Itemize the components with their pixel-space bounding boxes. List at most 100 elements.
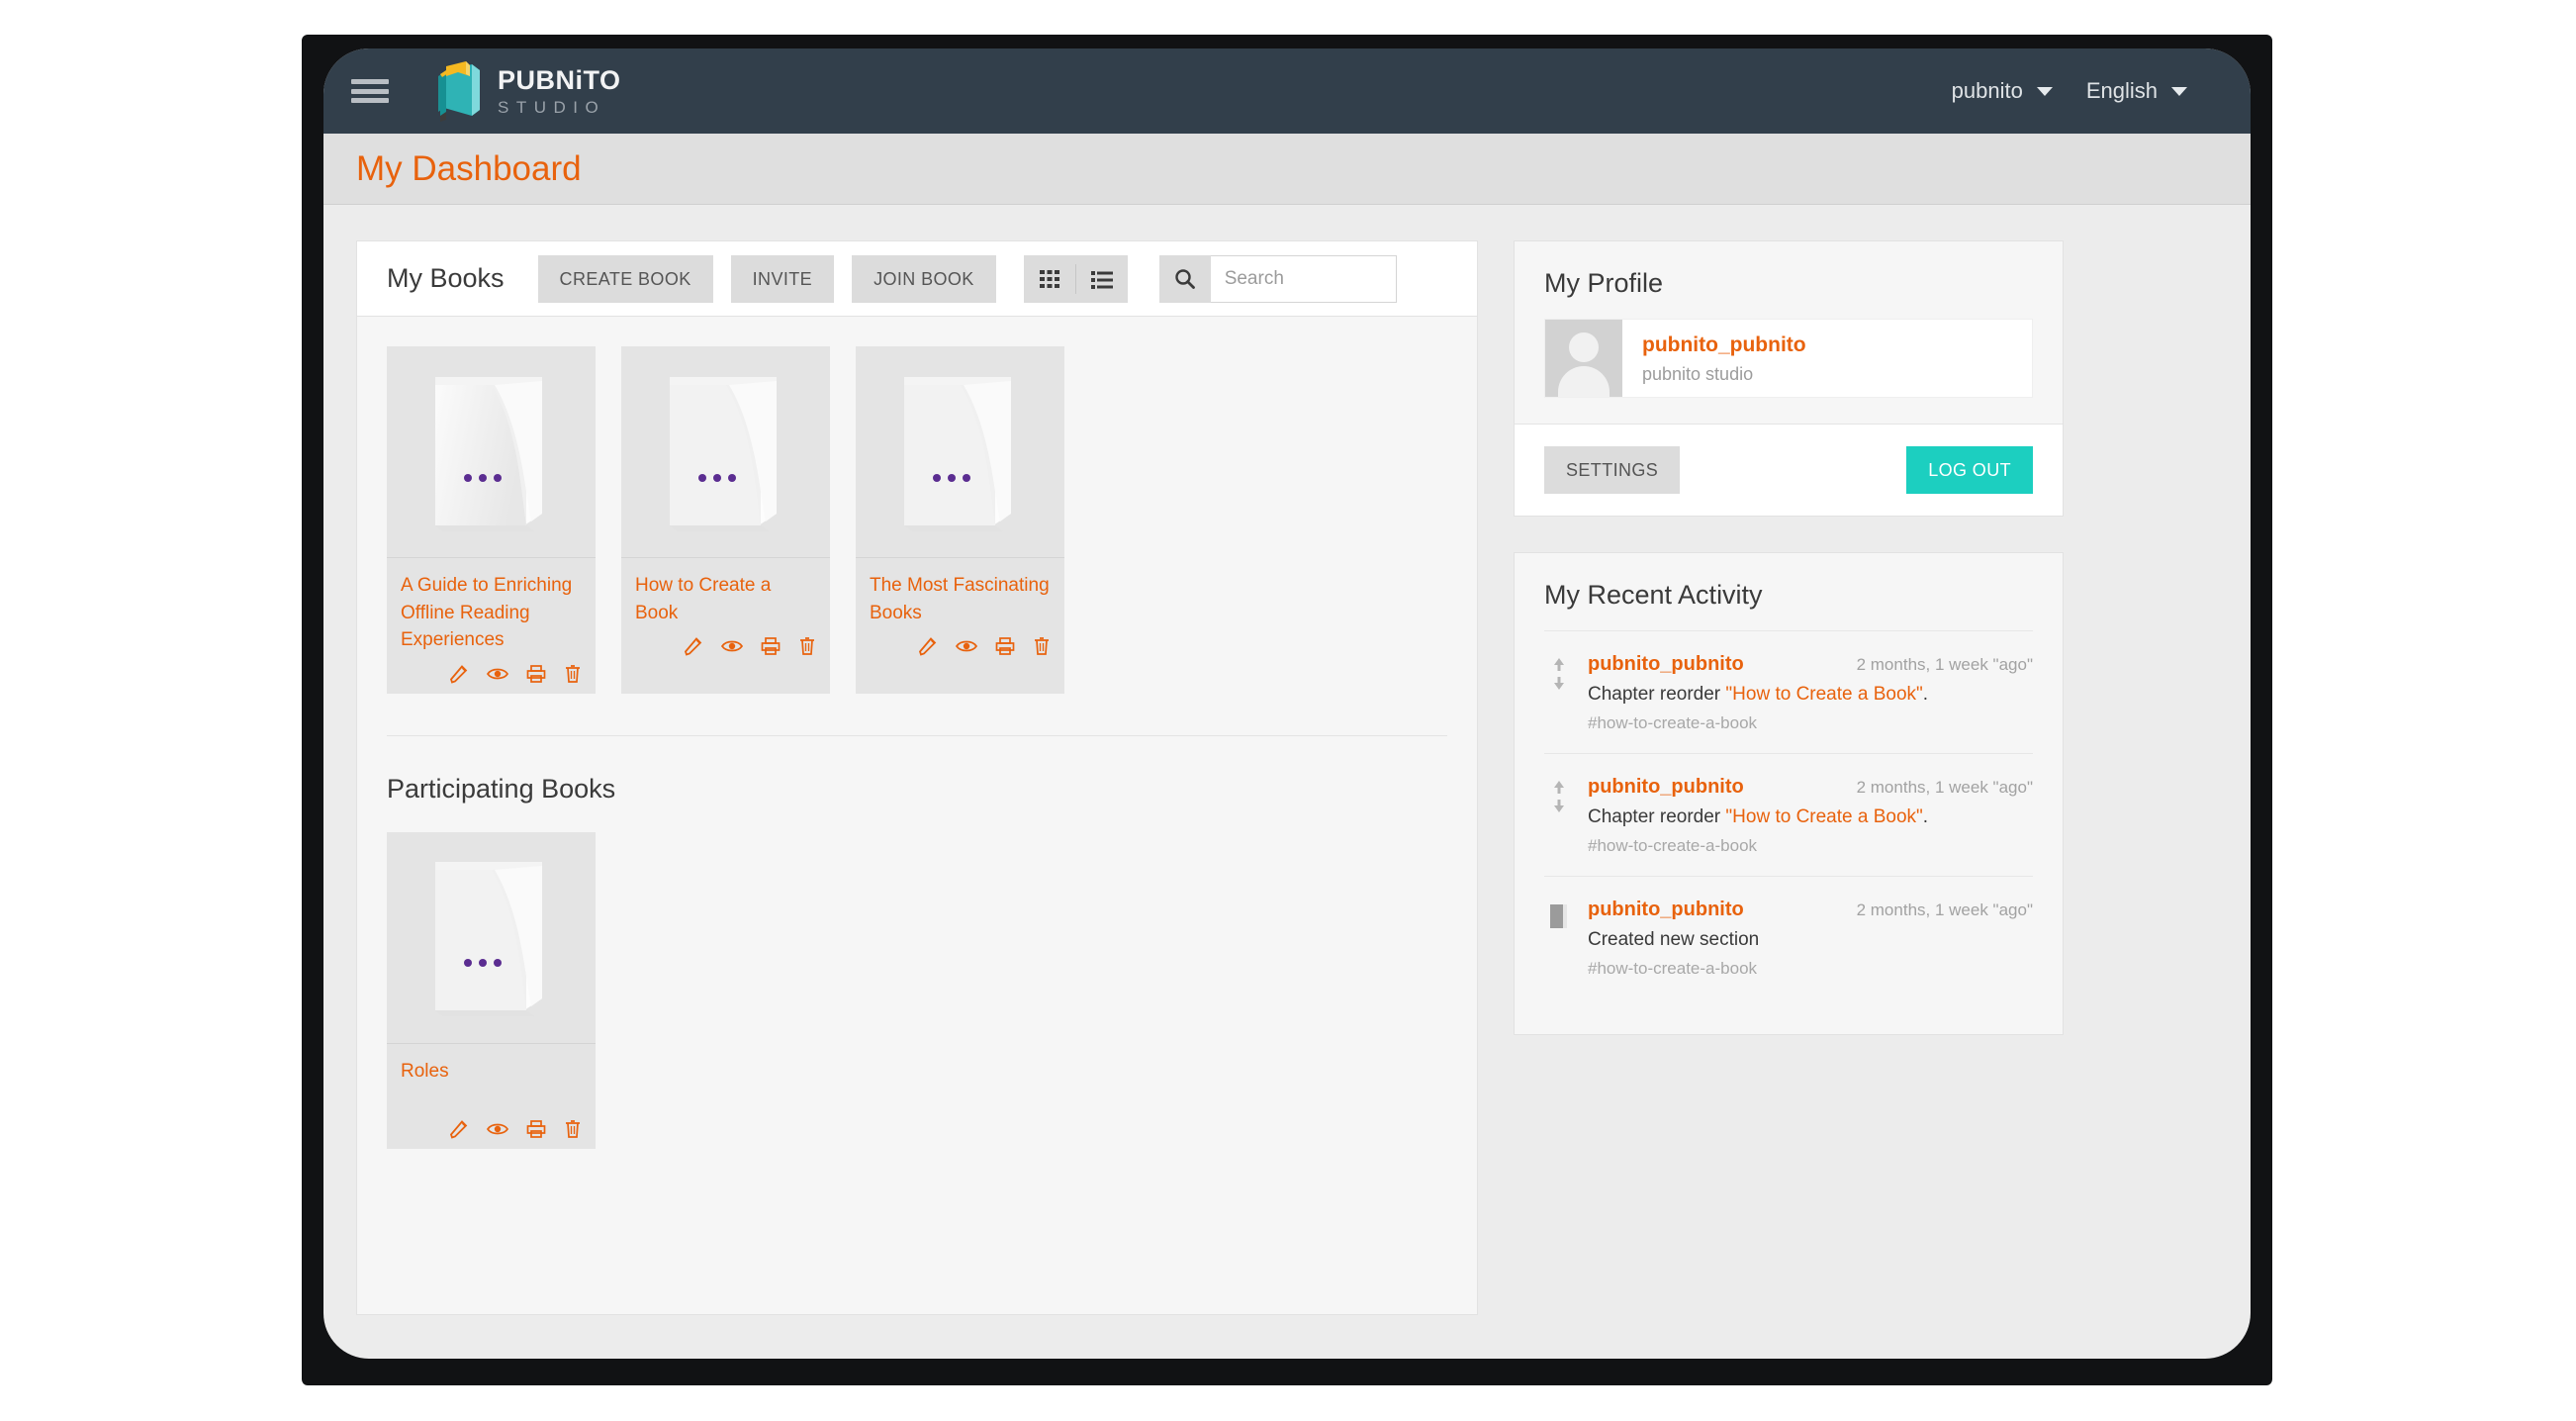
book-actions bbox=[635, 626, 816, 656]
print-icon[interactable] bbox=[995, 636, 1015, 656]
page-title-bar: My Dashboard bbox=[323, 134, 2251, 205]
activity-tag: #how-to-create-a-book bbox=[1588, 836, 1758, 855]
activity-body: pubnito_pubnito 2 months, 1 week "ago" C… bbox=[1588, 776, 2033, 856]
hamburger-icon[interactable] bbox=[351, 76, 391, 106]
print-icon[interactable] bbox=[526, 664, 546, 684]
profile-username[interactable]: pubnito_pubnito bbox=[1642, 333, 1806, 357]
activity-description: Created new section bbox=[1588, 929, 2033, 951]
my-books-panel: My Books CREATE BOOK INVITE JOIN BOOK Se… bbox=[356, 240, 1478, 1315]
join-book-button[interactable]: JOIN BOOK bbox=[852, 254, 996, 303]
print-icon[interactable] bbox=[526, 1119, 546, 1139]
my-profile-heading: My Profile bbox=[1544, 268, 1664, 298]
activity-item: pubnito_pubnito 2 months, 1 week "ago" C… bbox=[1544, 876, 2033, 998]
logo-subtitle: STUDIO bbox=[498, 97, 606, 117]
list-view-icon[interactable] bbox=[1076, 255, 1128, 303]
book-cover-icon bbox=[434, 376, 542, 531]
activity-item: pubnito_pubnito 2 months, 1 week "ago" C… bbox=[1544, 753, 2033, 876]
logo-title: PUBNiTO bbox=[498, 64, 621, 95]
settings-button[interactable]: SETTINGS bbox=[1544, 446, 1681, 494]
search-icon[interactable] bbox=[1158, 254, 1211, 303]
book-actions bbox=[401, 1109, 582, 1139]
activity-body: pubnito_pubnito 2 months, 1 week "ago" C… bbox=[1588, 653, 2033, 733]
delete-icon[interactable] bbox=[564, 664, 582, 684]
book-title[interactable]: Roles bbox=[401, 1058, 582, 1086]
activity-list: pubnito_pubnito 2 months, 1 week "ago" C… bbox=[1515, 630, 2063, 998]
activity-desc-prefix: Created new section bbox=[1588, 929, 1760, 950]
create-book-button[interactable]: CREATE BOOK bbox=[537, 254, 713, 303]
book-card[interactable]: How to Create a Book bbox=[621, 346, 830, 694]
book-title[interactable]: The Most Fascinating Books bbox=[870, 572, 1051, 626]
browser-viewport: PUBNiTO STUDIO pubnito English My Dashbo… bbox=[323, 48, 2251, 1359]
activity-time: 2 months, 1 week "ago" bbox=[1856, 900, 2033, 919]
books-body: A Guide to Enriching Offline Reading Exp… bbox=[357, 317, 1477, 1188]
my-profile-panel: My Profile pubnito_pubnito pubnito studi… bbox=[1514, 240, 2064, 517]
activity-item: pubnito_pubnito 2 months, 1 week "ago" C… bbox=[1544, 630, 2033, 753]
sidebar-column: My Profile pubnito_pubnito pubnito studi… bbox=[1514, 240, 2064, 1035]
book-card[interactable]: Roles bbox=[387, 831, 596, 1149]
print-icon[interactable] bbox=[761, 636, 781, 656]
activity-body: pubnito_pubnito 2 months, 1 week "ago" C… bbox=[1588, 899, 2033, 979]
my-books-grid: A Guide to Enriching Offline Reading Exp… bbox=[387, 346, 1447, 694]
section-book-icon bbox=[1544, 899, 1574, 979]
book-cover bbox=[387, 346, 596, 558]
activity-user[interactable]: pubnito_pubnito bbox=[1588, 653, 1744, 676]
grid-view-icon[interactable] bbox=[1024, 255, 1075, 303]
search-input[interactable] bbox=[1210, 254, 1397, 303]
user-menu[interactable]: pubnito bbox=[1952, 78, 2053, 104]
book-cover bbox=[856, 346, 1064, 558]
dashboard-content: My Books CREATE BOOK INVITE JOIN BOOK Se… bbox=[323, 205, 2251, 1315]
edit-icon[interactable] bbox=[684, 636, 703, 656]
profile-card[interactable]: pubnito_pubnito pubnito studio bbox=[1544, 319, 2033, 398]
profile-organization: pubnito studio bbox=[1642, 364, 1754, 384]
logout-button[interactable]: LOG OUT bbox=[1906, 446, 2033, 494]
view-toggle-group bbox=[1023, 254, 1128, 303]
edit-icon[interactable] bbox=[449, 1119, 469, 1139]
book-meta: How to Create a Book bbox=[621, 558, 830, 666]
book-title[interactable]: How to Create a Book bbox=[635, 572, 816, 626]
activity-user[interactable]: pubnito_pubnito bbox=[1588, 899, 1744, 921]
profile-actions: SETTINGS LOG OUT bbox=[1515, 424, 2063, 516]
top-navbar: PUBNiTO STUDIO pubnito English bbox=[323, 48, 2251, 134]
activity-time: 2 months, 1 week "ago" bbox=[1856, 655, 2033, 674]
activity-desc-link[interactable]: "How to Create a Book" bbox=[1725, 684, 1922, 705]
book-title[interactable]: A Guide to Enriching Offline Reading Exp… bbox=[401, 572, 582, 654]
profile-info: pubnito_pubnito pubnito studio bbox=[1622, 320, 1806, 397]
activity-desc-suffix: . bbox=[1922, 684, 1929, 705]
avatar bbox=[1545, 320, 1622, 397]
participating-books-grid: Roles bbox=[387, 831, 1447, 1149]
page-title: My Dashboard bbox=[356, 148, 582, 188]
chevron-down-icon bbox=[2171, 86, 2187, 96]
activity-tag: #how-to-create-a-book bbox=[1588, 713, 1758, 732]
preview-icon[interactable] bbox=[721, 636, 743, 656]
book-cover-icon bbox=[903, 376, 1011, 531]
activity-user[interactable]: pubnito_pubnito bbox=[1588, 776, 1744, 799]
books-column: My Books CREATE BOOK INVITE JOIN BOOK Se… bbox=[356, 240, 1478, 1315]
books-toolbar: My Books CREATE BOOK INVITE JOIN BOOK bbox=[357, 241, 1477, 317]
delete-icon[interactable] bbox=[798, 636, 816, 656]
book-meta: A Guide to Enriching Offline Reading Exp… bbox=[387, 558, 596, 694]
reorder-arrows-icon bbox=[1544, 653, 1574, 733]
language-menu-label: English bbox=[2085, 78, 2158, 103]
delete-icon[interactable] bbox=[1033, 636, 1051, 656]
preview-icon[interactable] bbox=[956, 636, 977, 656]
language-menu[interactable]: English bbox=[2086, 78, 2187, 104]
book-meta: The Most Fascinating Books bbox=[856, 558, 1064, 666]
book-card[interactable]: The Most Fascinating Books bbox=[856, 346, 1064, 694]
activity-tag: #how-to-create-a-book bbox=[1588, 959, 1758, 978]
activity-desc-prefix: Chapter reorder bbox=[1588, 684, 1726, 705]
delete-icon[interactable] bbox=[564, 1119, 582, 1139]
reorder-arrows-icon bbox=[1544, 776, 1574, 856]
book-cover bbox=[387, 832, 596, 1044]
edit-icon[interactable] bbox=[449, 664, 469, 684]
preview-icon[interactable] bbox=[487, 664, 508, 684]
invite-button[interactable]: INVITE bbox=[730, 254, 835, 303]
edit-icon[interactable] bbox=[918, 636, 938, 656]
app-logo[interactable]: PUBNiTO STUDIO bbox=[428, 60, 621, 122]
search-area bbox=[1158, 254, 1397, 303]
activity-desc-link[interactable]: "How to Create a Book" bbox=[1725, 806, 1922, 827]
book-cover bbox=[621, 346, 830, 558]
navbar-right-menus: pubnito English bbox=[1952, 78, 2251, 104]
book-card[interactable]: A Guide to Enriching Offline Reading Exp… bbox=[387, 346, 596, 694]
activity-description: Chapter reorder "How to Create a Book". bbox=[1588, 684, 2033, 706]
preview-icon[interactable] bbox=[487, 1119, 508, 1139]
